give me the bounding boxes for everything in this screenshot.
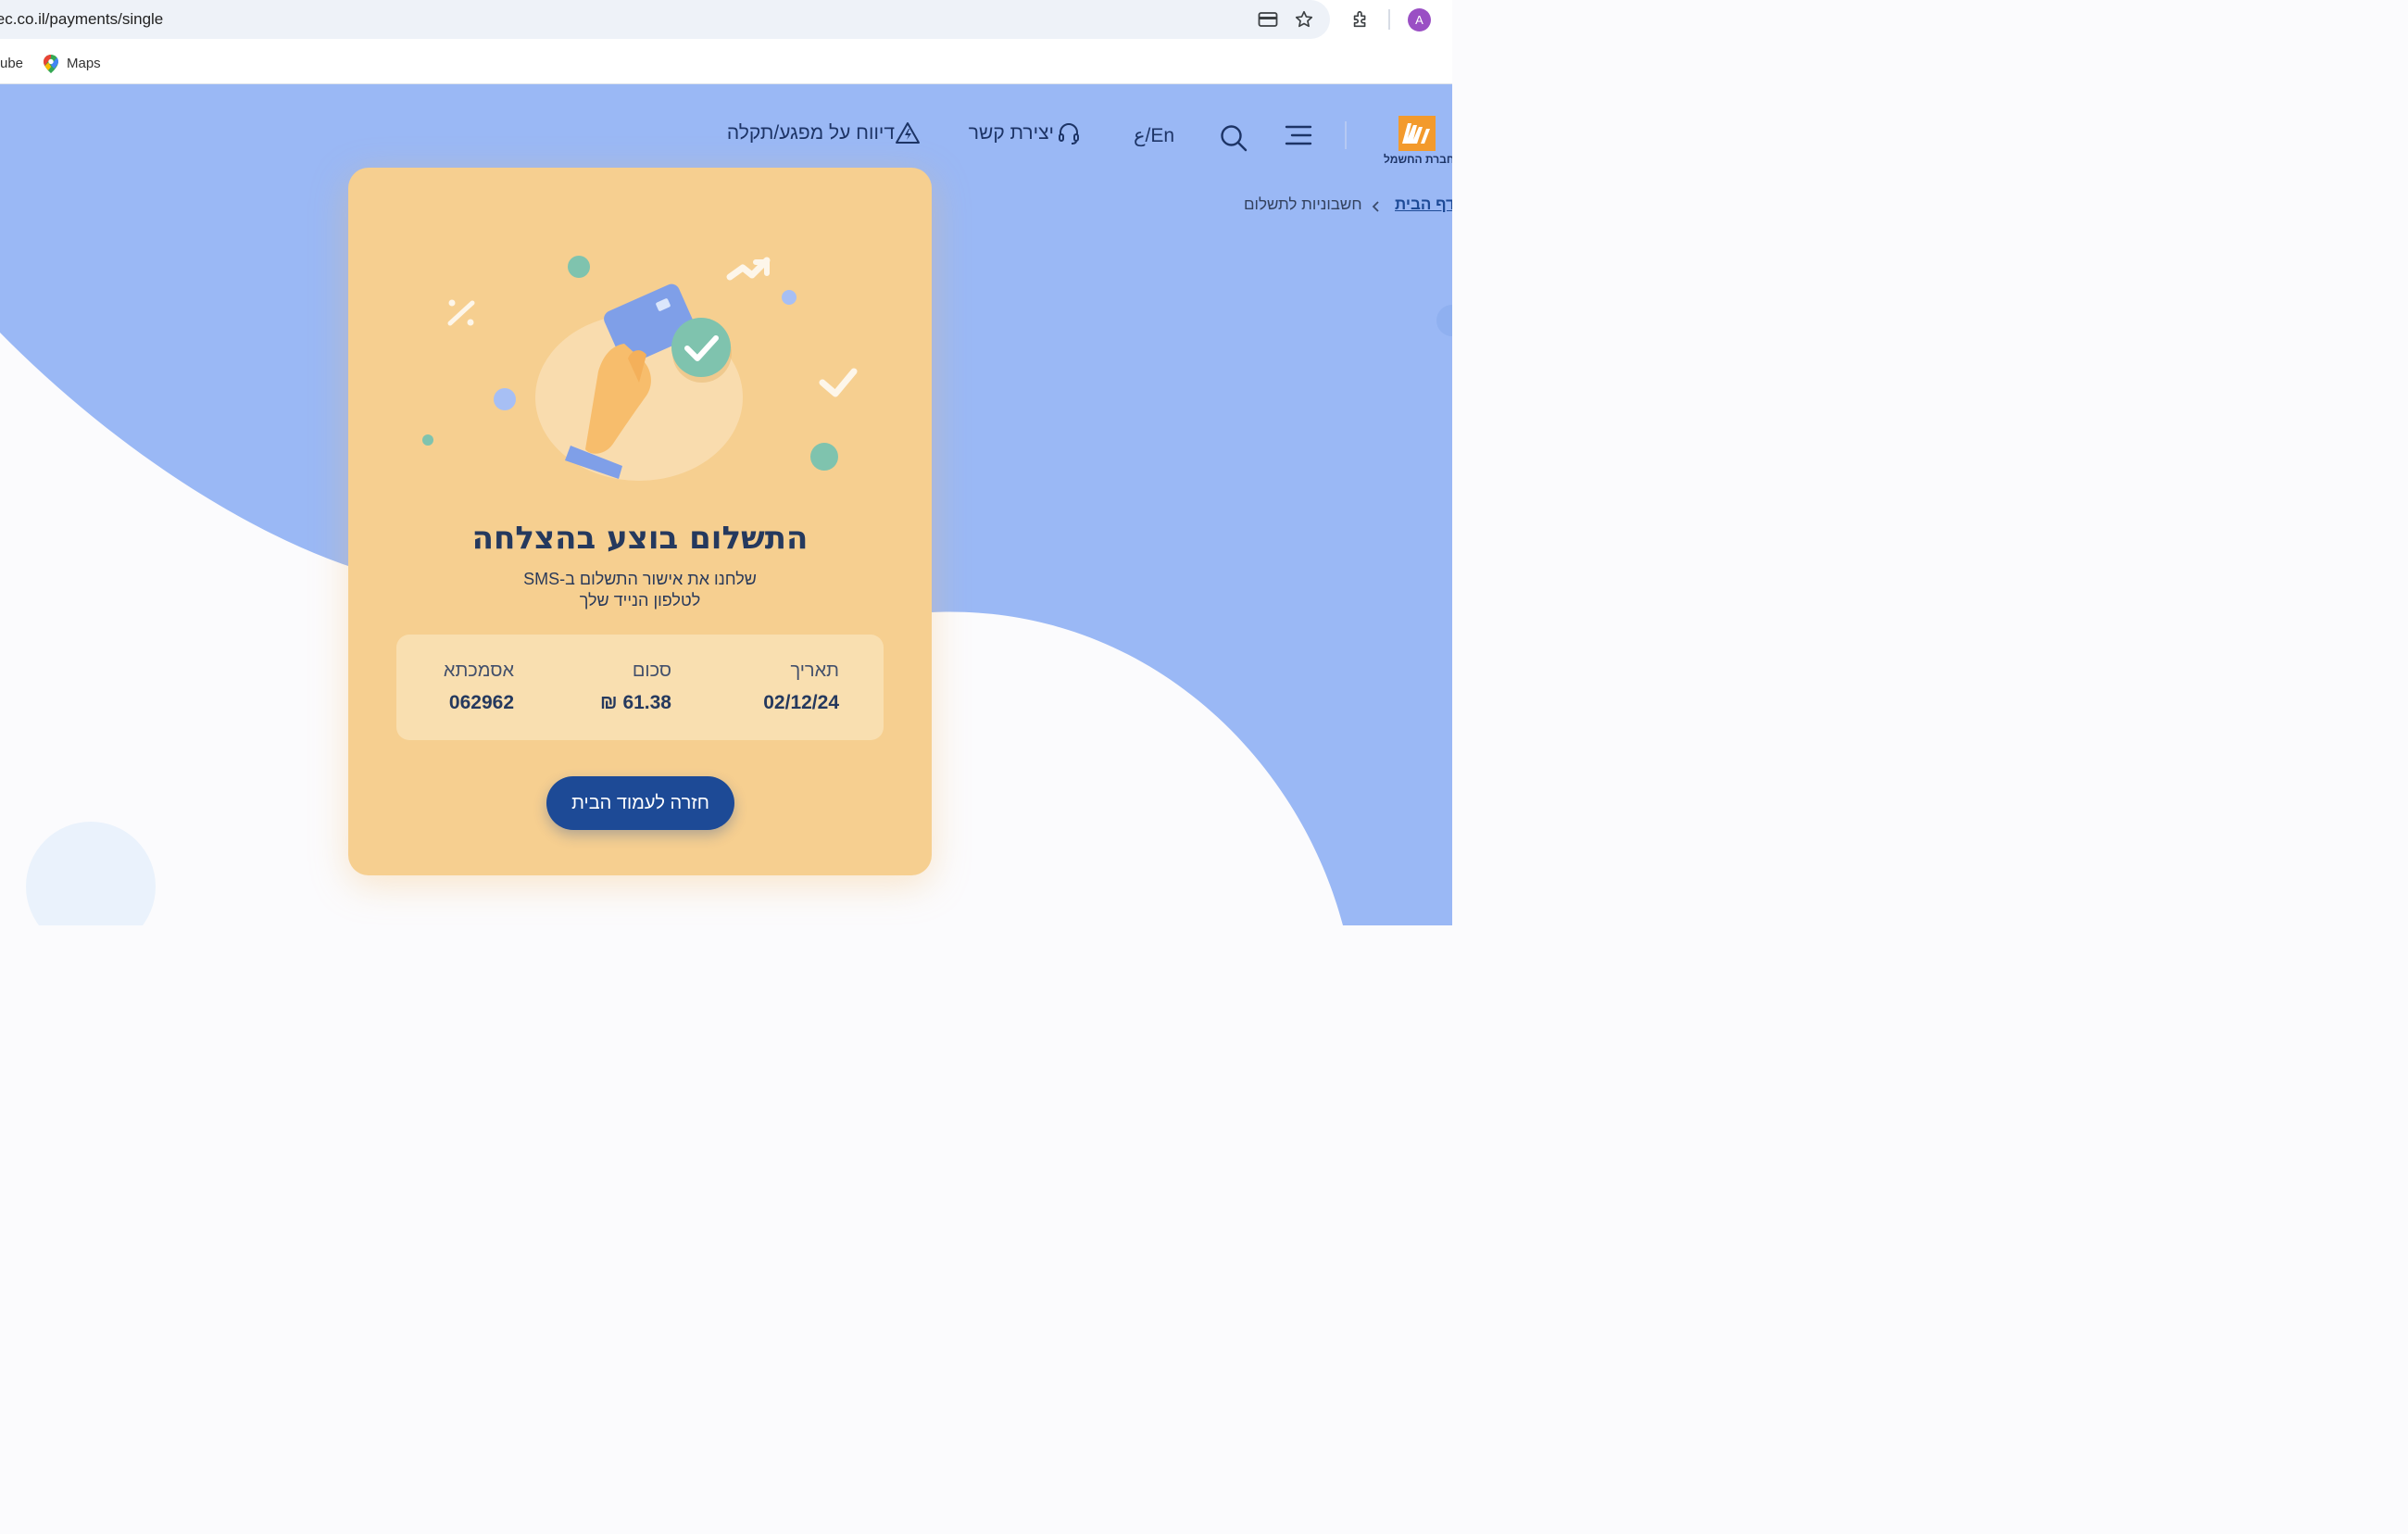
payment-success-card: התשלום בוצע בהצלחה שלחנו את אישור התשלום… [348,168,932,875]
bookmark-youtube[interactable]: ube [0,56,23,71]
chevron-left-icon [1371,199,1382,217]
breadcrumb-home[interactable]: דף הבית [1395,195,1452,214]
date-label: תאריך [790,660,839,681]
payment-details-panel: תאריך 02/12/24 סכום 61.38 ₪ אסמכתא 06296… [396,635,884,740]
report-link[interactable]: דיווח על מפגע/תקלה [719,119,924,149]
reference-value: 062962 [448,692,514,713]
amount-value: 61.38 ₪ [600,692,671,713]
logo[interactable]: חברת החשמל [1382,114,1452,170]
logo-text: חברת החשמל [1384,153,1452,166]
date-value: 02/12/24 [763,692,839,713]
menu-icon[interactable] [1285,124,1312,150]
bookmarks-bar: ube Maps [0,43,1452,84]
toolbar-divider [1388,9,1390,30]
contact-label: יצירת קשר [968,122,1054,144]
success-subtitle-line1: שלחנו את אישור התשלום ב-SMS [523,570,757,588]
percent-icon [447,299,475,326]
language-toggle[interactable]: En/ع [1134,124,1174,147]
url-text[interactable]: iec.co.il/payments/single [0,10,163,29]
contact-link[interactable]: יצירת קשר [963,119,1080,149]
report-label: דיווח על מפגע/תקלה [726,122,895,144]
site-page: חברת החשמל En/ع יצירת קשר דיווח על מפגע/… [0,84,1452,925]
success-subtitle-line2: לטלפון הנייד שלך [579,591,701,610]
amount-label: סכום [632,660,671,681]
lightning-warning-icon [895,121,921,149]
search-icon[interactable] [1220,124,1248,156]
breadcrumb-current: חשבוניות לתשלום [1244,195,1362,213]
logo-mark-icon [1398,116,1436,151]
extensions-icon[interactable] [1348,7,1373,31]
card-icon[interactable] [1256,7,1280,31]
reference-label: אסמכתא [443,660,514,681]
browser-toolbar: iec.co.il/payments/single A [0,0,1452,43]
maps-pin-icon [44,55,58,77]
headset-icon [1058,121,1080,149]
success-title: התשלום בוצע בהצלחה [471,520,809,557]
bookmark-maps[interactable]: Maps [67,56,101,71]
header-divider [1345,121,1347,149]
back-to-home-button[interactable]: חזרה לעמוד הבית [546,776,734,830]
payment-illustration [422,256,858,481]
profile-avatar[interactable]: A [1408,8,1431,31]
address-bar[interactable]: iec.co.il/payments/single [0,0,1330,39]
star-icon[interactable] [1292,7,1316,31]
